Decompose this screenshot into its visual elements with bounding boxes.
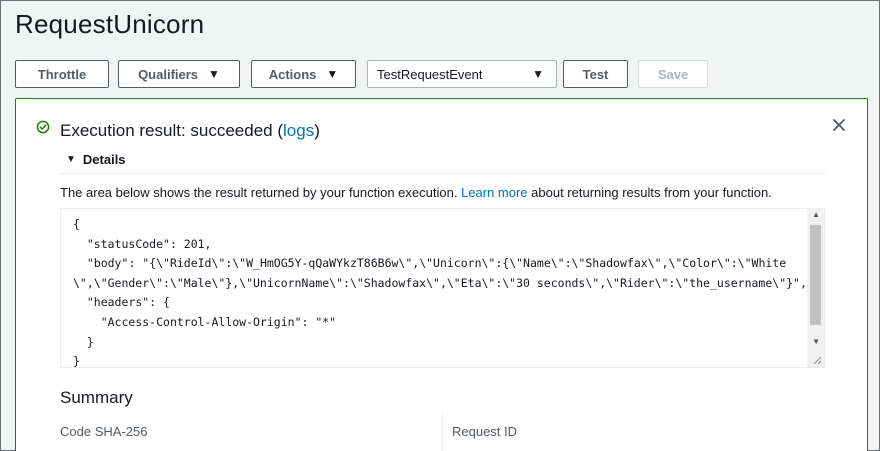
details-toggle[interactable]: ▼ Details — [66, 152, 126, 167]
execution-result-panel: Execution result: succeeded (logs) ▼ Det… — [15, 98, 868, 451]
resize-handle-icon[interactable] — [811, 354, 822, 365]
test-event-selected-value: TestRequestEvent — [377, 66, 483, 82]
summary-divider — [442, 414, 443, 451]
save-button[interactable]: Save — [638, 60, 708, 88]
result-status-text: Execution result: succeeded ( — [60, 121, 284, 140]
logs-link[interactable]: logs — [283, 121, 314, 140]
result-code-text: { "statusCode": 201, "body": "{\"RideId\… — [73, 217, 807, 368]
qualifiers-button-label: Qualifiers — [138, 66, 199, 82]
result-code-editor[interactable]: { "statusCode": 201, "body": "{\"RideId\… — [60, 208, 825, 368]
summary-heading: Summary — [60, 388, 133, 407]
test-event-select[interactable]: TestRequestEvent ▼ — [367, 60, 557, 88]
execution-result-title: Execution result: succeeded (logs) — [60, 121, 320, 141]
code-sha-label: Code SHA-256 — [60, 424, 148, 439]
description-text: The area below shows the result returned… — [60, 185, 462, 200]
code-scrollbar[interactable]: ▲ ▼ — [807, 209, 824, 367]
description-suffix: about returning results from your functi… — [527, 185, 772, 200]
request-id-label: Request ID — [452, 424, 518, 439]
test-button[interactable]: Test — [563, 60, 628, 88]
result-status-suffix: ) — [314, 121, 320, 140]
caret-down-icon: ▼ — [208, 67, 220, 81]
check-circle-icon — [36, 120, 50, 134]
save-button-label: Save — [657, 66, 689, 82]
details-label: Details — [82, 152, 126, 167]
scroll-up-icon[interactable]: ▲ — [812, 210, 820, 219]
throttle-button[interactable]: Throttle — [15, 60, 109, 88]
scroll-down-icon[interactable]: ▼ — [812, 337, 820, 346]
caret-down-icon: ▼ — [66, 154, 76, 165]
learn-more-link[interactable]: Learn more — [461, 185, 527, 200]
details-divider — [60, 173, 826, 174]
summary-column-sha: Code SHA-256 — [60, 414, 440, 439]
scrollbar-thumb[interactable] — [810, 225, 821, 325]
summary-column-request: Request ID — [452, 414, 832, 439]
page-title: RequestUnicorn — [15, 9, 205, 39]
actions-button-label: Actions — [268, 66, 317, 82]
qualifiers-dropdown-button[interactable]: Qualifiers ▼ — [118, 60, 240, 88]
caret-down-icon: ▼ — [326, 67, 339, 81]
close-icon[interactable] — [831, 117, 847, 133]
result-description: The area below shows the result returned… — [60, 185, 772, 200]
actions-dropdown-button[interactable]: Actions ▼ — [251, 60, 356, 88]
test-button-label: Test — [582, 66, 609, 82]
caret-down-icon: ▼ — [532, 67, 544, 81]
throttle-button-label: Throttle — [37, 66, 87, 82]
